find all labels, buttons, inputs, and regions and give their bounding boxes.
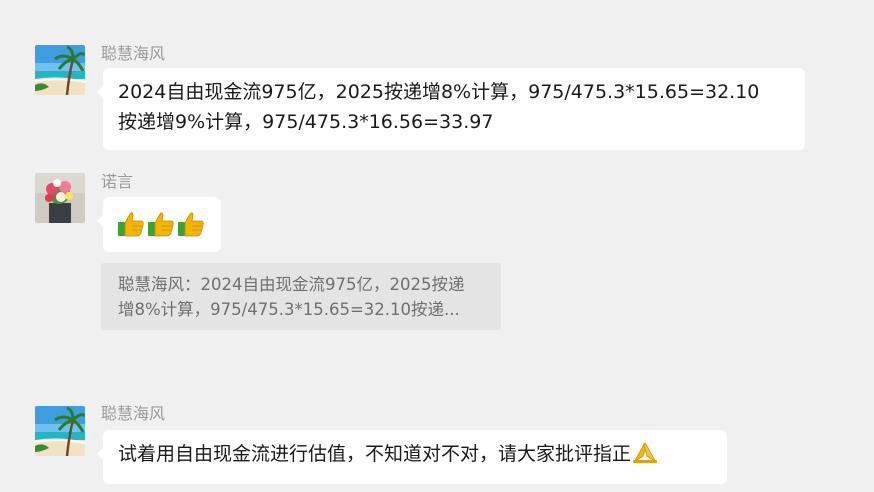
sender-name: 聪慧海风	[101, 44, 166, 63]
message-text: 试着用自由现金流进行估值，不知道对不对，请大家批评指正	[118, 443, 632, 465]
thumbs-up-icon	[177, 211, 205, 246]
message-bubble[interactable]: 试着用自由现金流进行估值，不知道对不对，请大家批评指正	[97, 430, 727, 484]
thumbs-up-icon	[117, 211, 145, 246]
message-text-line: 试着用自由现金流进行估值，不知道对不对，请大家批评指正	[118, 439, 713, 473]
sender-avatar[interactable]	[35, 406, 85, 456]
quote-text-line: 聪慧海风：2024自由现金流975亿，2025按递	[118, 275, 465, 294]
emoji-message-bubble[interactable]	[97, 197, 221, 252]
thumbs-up-group	[117, 211, 205, 246]
sender-name: 诺言	[101, 172, 134, 191]
quoted-message[interactable]: 聪慧海风：2024自由现金流975亿，2025按递 增8%计算，975/475.…	[101, 263, 501, 330]
beach-palm-avatar-icon	[35, 406, 85, 456]
praying-hands-icon	[631, 440, 659, 473]
thumbs-up-icon	[147, 211, 175, 246]
sender-avatar[interactable]	[35, 173, 85, 223]
message-text-line: 按递增9%计算，975/475.3*16.56=33.97	[118, 111, 494, 133]
flower-bouquet-avatar-icon	[35, 173, 85, 223]
sender-name: 聪慧海风	[101, 404, 166, 423]
beach-palm-avatar-icon	[35, 45, 85, 95]
quote-text-line: 增8%计算，975/475.3*15.65=32.10按递...	[118, 300, 460, 319]
chat-history: 聪慧海风 2024自由现金流975亿，2025按递增8%计算，975/475.3…	[0, 0, 874, 492]
message-text-line: 2024自由现金流975亿，2025按递增8%计算，975/475.3*15.6…	[118, 81, 760, 103]
message-bubble[interactable]: 2024自由现金流975亿，2025按递增8%计算，975/475.3*15.6…	[97, 68, 805, 150]
sender-avatar[interactable]	[35, 45, 85, 95]
